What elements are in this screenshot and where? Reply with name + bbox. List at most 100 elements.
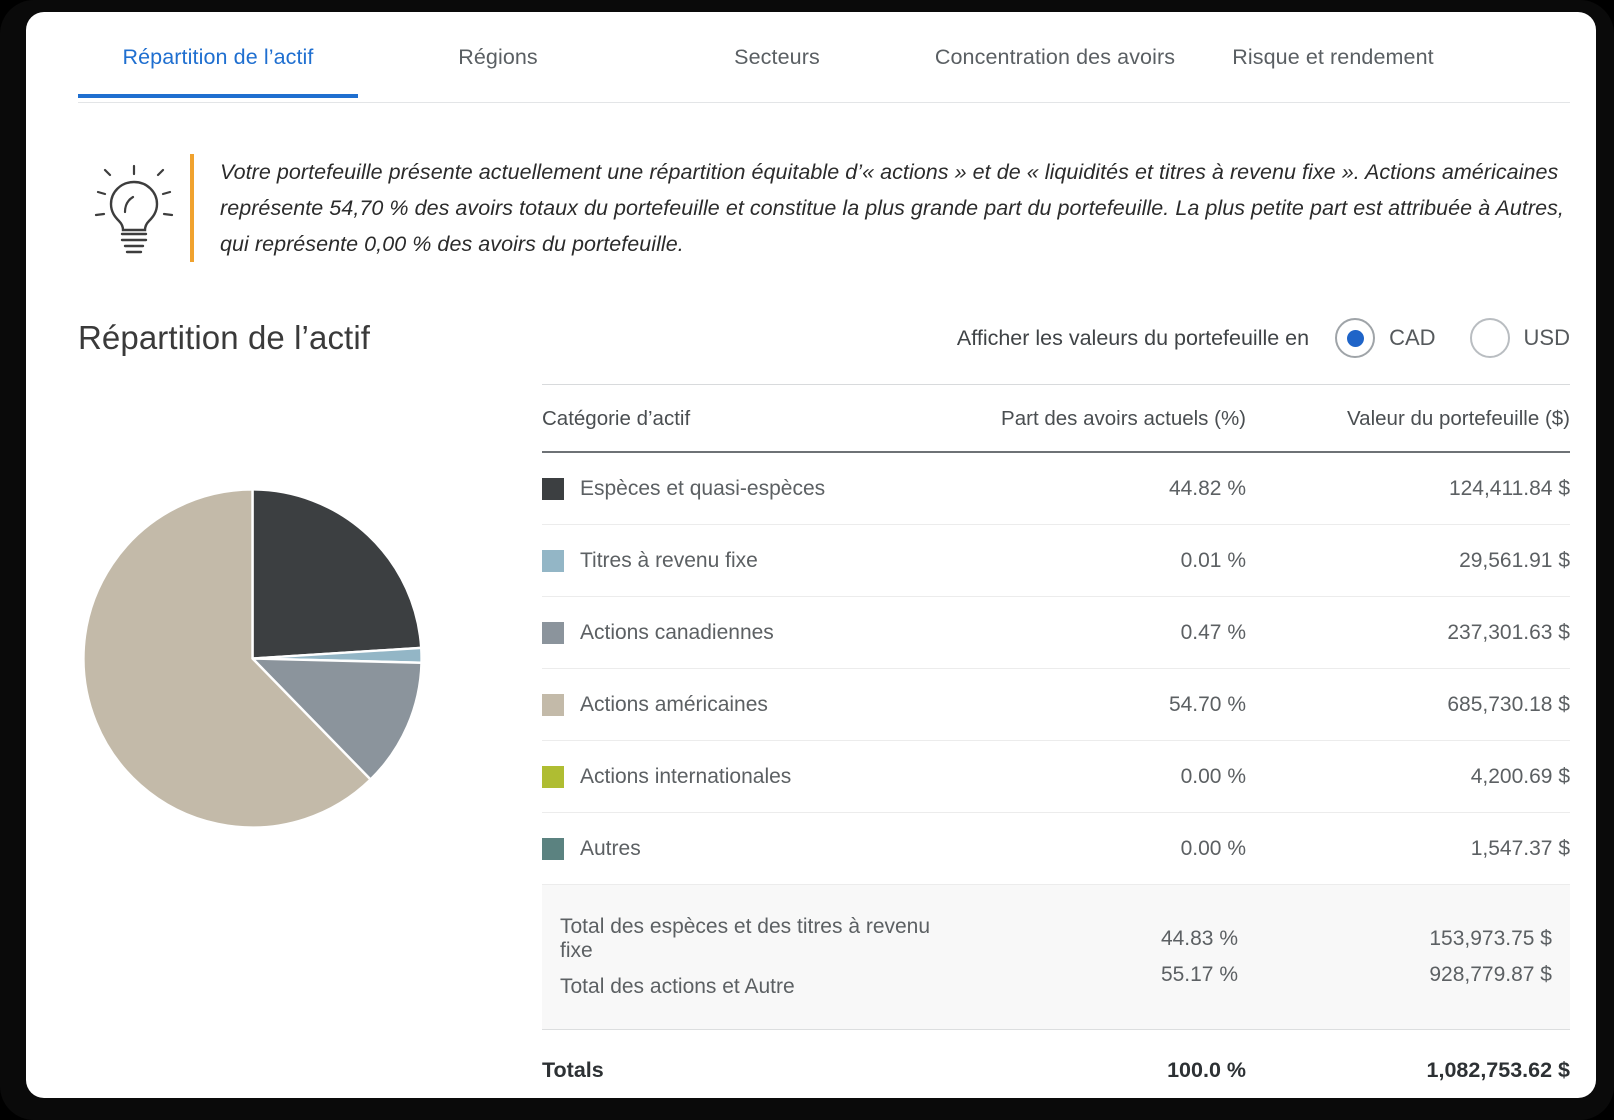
- category-label: Actions canadiennes: [580, 621, 774, 644]
- cell-value: 237,301.63 $: [1246, 596, 1570, 669]
- radio-button-cad[interactable]: [1335, 318, 1376, 358]
- category-label: Autres: [580, 837, 641, 860]
- allocation-table-column: Catégorie d’actif Part des avoirs actuel…: [528, 384, 1570, 1098]
- cell-category: Espèces et quasi-espèces: [542, 452, 956, 525]
- tab-regions[interactable]: Régions: [358, 12, 638, 70]
- category-label: Actions internationales: [580, 765, 792, 788]
- legend-color-swatch: [542, 694, 564, 716]
- cell-gap: [956, 596, 984, 669]
- currency-option-usd[interactable]: USD: [1469, 318, 1570, 358]
- legend-color-swatch: [542, 478, 564, 500]
- totals-value: 1,082,753.62 $: [1246, 1029, 1570, 1098]
- column-header-percent: Part des avoirs actuels (%): [984, 384, 1246, 453]
- cell-gap: [956, 812, 984, 885]
- cell-percent: 44.82 %: [984, 452, 1246, 525]
- tab-risque-et-rendement[interactable]: Risque et rendement: [1194, 12, 1472, 70]
- cell-category: Actions américaines: [542, 668, 956, 741]
- currency-radio-group: CAD USD: [1335, 318, 1570, 358]
- app-screen: Répartition de l’actif Régions Secteurs …: [26, 12, 1596, 1098]
- insight-text: Votre portefeuille présente actuellement…: [220, 160, 1564, 256]
- cell-category: Actions canadiennes: [542, 596, 956, 669]
- radio-button-usd[interactable]: [1469, 318, 1510, 358]
- insight-callout: Votre portefeuille présente actuellement…: [78, 154, 1566, 262]
- currency-toggle-label: Afficher les valeurs du portefeuille en: [956, 325, 1310, 350]
- table-row: Titres à revenu fixe 0.01 % 29,561.91 $: [542, 524, 1570, 597]
- cell-value: 29,561.91 $: [1246, 524, 1570, 597]
- allocation-table: Catégorie d’actif Part des avoirs actuel…: [542, 384, 1570, 1098]
- currency-toggle: Afficher les valeurs du portefeuille en …: [957, 318, 1570, 358]
- cell-gap: [956, 1029, 984, 1098]
- category-label: Espèces et quasi-espèces: [580, 477, 826, 500]
- cell-gap: [956, 668, 984, 741]
- cell-percent: 0.00 %: [984, 740, 1246, 813]
- currency-option-cad-label: CAD: [1389, 325, 1436, 350]
- section-header: Répartition de l’actif Afficher les vale…: [78, 318, 1570, 358]
- cell-gap: [956, 884, 984, 1030]
- tab-underline-divider: [78, 102, 1570, 103]
- table-totals-row: Totals 100.0 % 1,082,753.62 $: [542, 1029, 1570, 1098]
- table-row: Actions internationales 0.00 % 4,200.69 $: [542, 740, 1570, 813]
- column-header-category: Catégorie d’actif: [542, 384, 956, 453]
- cell-value: 685,730.18 $: [1246, 668, 1570, 741]
- cell-percent: 54.70 %: [984, 668, 1246, 741]
- cell-percent: 0.01 %: [984, 524, 1246, 597]
- subtotal-labels: Total des espèces et des titres à revenu…: [542, 884, 956, 1030]
- page-title: Répartition de l’actif: [78, 319, 371, 356]
- callout-accent-bar: [190, 154, 194, 262]
- legend-color-swatch: [542, 766, 564, 788]
- cell-category: Titres à revenu fixe: [542, 524, 956, 597]
- asset-allocation-pie-chart: [80, 486, 425, 831]
- legend-color-swatch: [542, 622, 564, 644]
- cell-percent: 0.00 %: [984, 812, 1246, 885]
- tab-label: Secteurs: [734, 45, 820, 69]
- table-row: Espèces et quasi-espèces 44.82 % 124,411.8…: [542, 452, 1570, 525]
- lightbulb-icon: [78, 154, 190, 254]
- cell-gap: [956, 452, 984, 525]
- allocation-content: Catégorie d’actif Part des avoirs actuel…: [26, 384, 1596, 1098]
- currency-option-cad[interactable]: CAD: [1335, 318, 1436, 358]
- currency-option-usd-label: USD: [1523, 325, 1570, 350]
- pie-chart-svg: [82, 488, 423, 829]
- category-label: Titres à revenu fixe: [580, 549, 758, 572]
- column-gap: [956, 384, 984, 453]
- table-row: Actions américaines 54.70 % 685,730.18 $: [542, 668, 1570, 741]
- totals-percent: 100.0 %: [984, 1029, 1246, 1098]
- tab-concentration-des-avoirs[interactable]: Concentration des avoirs: [916, 12, 1194, 70]
- subtotal-percent: 44.83 %: [1160, 927, 1238, 950]
- cell-category: Autres: [542, 812, 956, 885]
- cell-value: 4,200.69 $: [1246, 740, 1570, 813]
- legend-color-swatch: [542, 838, 564, 860]
- legend-color-swatch: [542, 550, 564, 572]
- subtotal-label: Total des actions et Autre: [560, 975, 795, 998]
- tab-label: Concentration des avoirs: [934, 45, 1176, 69]
- cell-value: 124,411.84 $: [1246, 452, 1570, 525]
- subtotal-label: Total des espèces et des titres à revenu…: [560, 915, 931, 962]
- cell-category: Actions internationales: [542, 740, 956, 813]
- table-row: Actions canadiennes 0.47 % 237,301.63 $: [542, 596, 1570, 669]
- subtotal-percent: 55.17 %: [1160, 963, 1238, 986]
- subtotal-percents: 44.83 % 55.17 %: [984, 884, 1246, 1030]
- allocation-table-body: Espèces et quasi-espèces 44.82 % 124,411.8…: [542, 452, 1570, 1098]
- tab-label: Risque et rendement: [1232, 45, 1434, 69]
- radio-selected-dot: [1346, 329, 1364, 347]
- table-row: Autres 0.00 % 1,547.37 $: [542, 812, 1570, 885]
- category-label: Actions américaines: [580, 693, 768, 716]
- cell-value: 1,547.37 $: [1246, 812, 1570, 885]
- tab-repartition-de-lactif[interactable]: Répartition de l’actif: [78, 12, 358, 98]
- table-header-row: Catégorie d’actif Part des avoirs actuel…: [542, 384, 1570, 453]
- subtotal-values: 153,973.75 $ 928,779.87 $: [1246, 884, 1570, 1030]
- cell-percent: 0.47 %: [984, 596, 1246, 669]
- cell-gap: [956, 740, 984, 813]
- tab-label: Régions: [458, 45, 538, 69]
- table-subtotal-block: Total des espèces et des titres à revenu…: [542, 884, 1570, 1030]
- tab-secteurs[interactable]: Secteurs: [638, 12, 916, 70]
- totals-label: Totals: [542, 1029, 956, 1098]
- column-header-value: Valeur du portefeuille ($): [1246, 384, 1570, 453]
- device-bezel: Répartition de l’actif Régions Secteurs …: [0, 0, 1614, 1120]
- cell-gap: [956, 524, 984, 597]
- pie-chart-column: [78, 384, 528, 1098]
- subtotal-value: 928,779.87 $: [1429, 963, 1552, 986]
- tab-label: Répartition de l’actif: [122, 45, 314, 69]
- subtotal-value: 153,973.75 $: [1429, 927, 1552, 950]
- pie-slice[interactable]: [251, 488, 423, 660]
